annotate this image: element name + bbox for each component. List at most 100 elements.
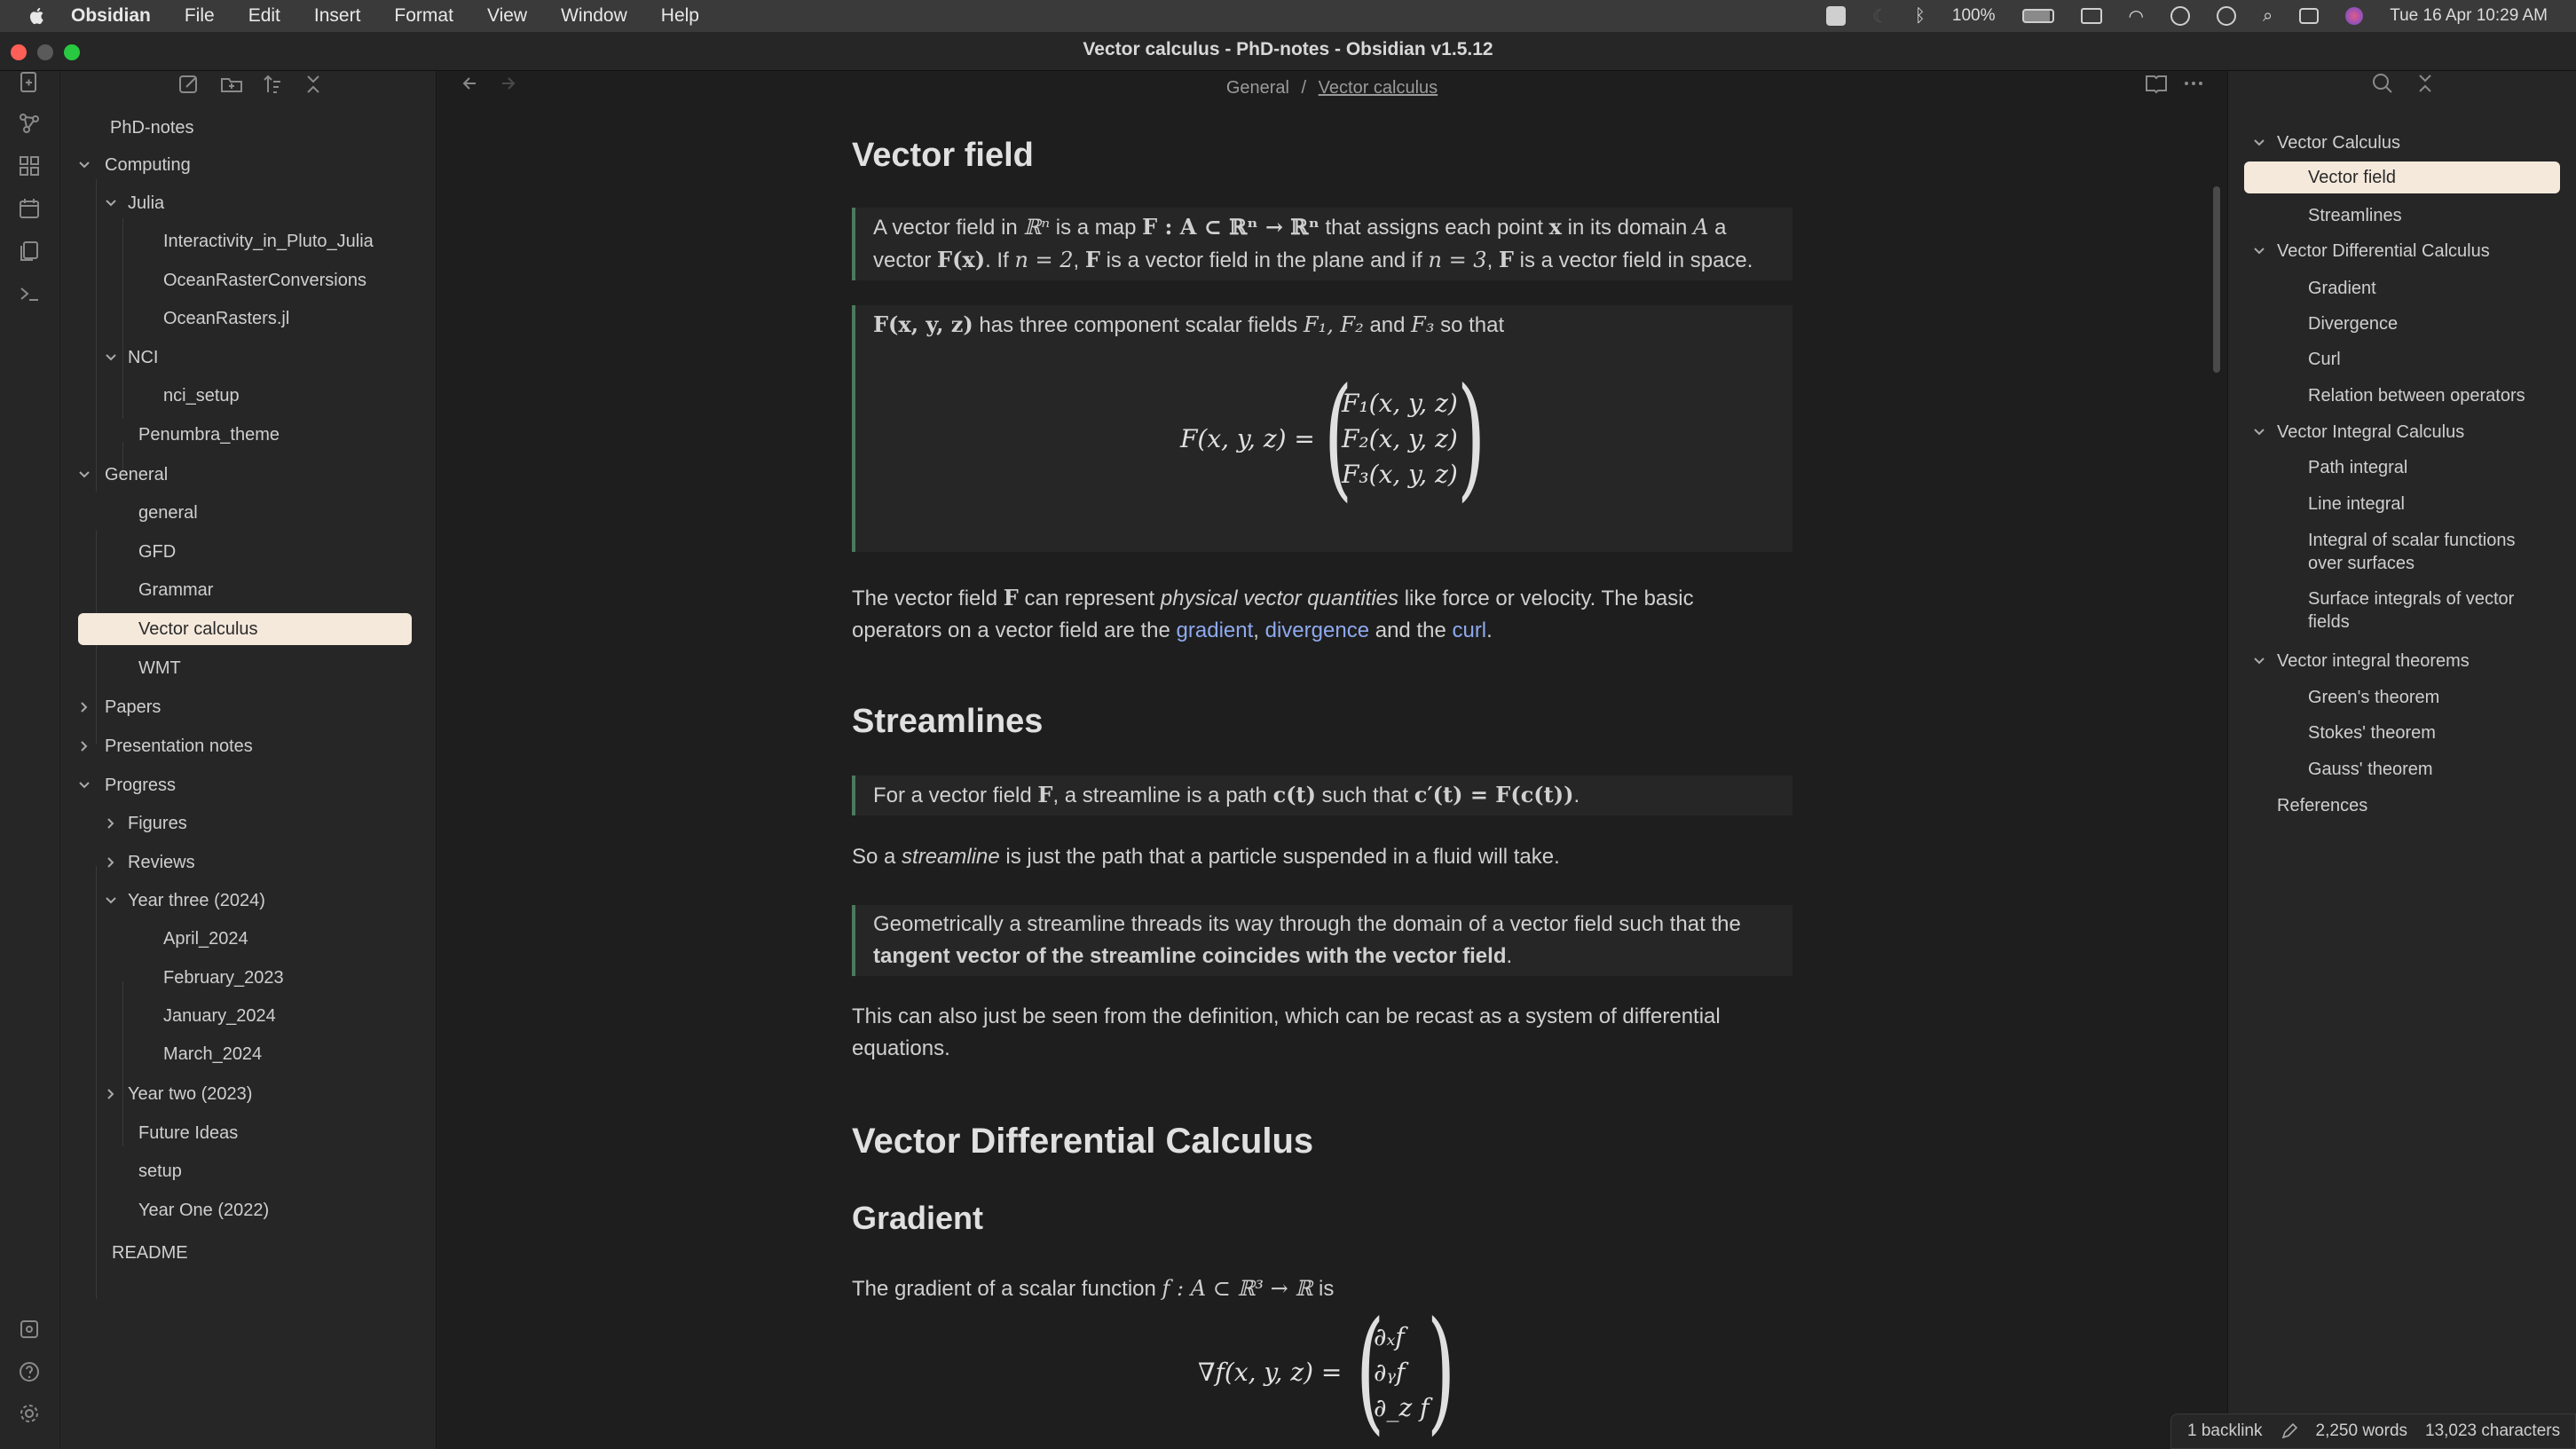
- tree-file[interactable]: nci_setup: [163, 380, 240, 412]
- tree-file-active[interactable]: Vector calculus: [78, 613, 412, 645]
- chevron-down-icon[interactable]: [2253, 655, 2265, 667]
- spotlight-icon[interactable]: ⌕: [2263, 6, 2273, 27]
- tree-folder-reviews[interactable]: Reviews: [105, 847, 415, 878]
- outline-item[interactable]: Stokes' theorem: [2308, 721, 2436, 744]
- tree-folder-papers[interactable]: Papers: [78, 691, 415, 723]
- canvas-icon[interactable]: [18, 154, 41, 177]
- sort-order-icon[interactable]: [259, 71, 286, 98]
- daily-note-calendar-icon[interactable]: [18, 197, 41, 220]
- vault-switcher-icon[interactable]: [18, 1318, 41, 1341]
- tree-file[interactable]: March_2024: [163, 1038, 262, 1070]
- chevron-down-icon[interactable]: [2253, 137, 2265, 149]
- vault-name[interactable]: PhD-notes: [110, 112, 194, 144]
- keyboard-icon[interactable]: [2080, 8, 2102, 24]
- new-folder-icon[interactable]: [218, 71, 245, 98]
- outline-item[interactable]: Curl: [2308, 348, 2341, 371]
- menu-app-name[interactable]: Obsidian: [71, 5, 151, 27]
- outline-item[interactable]: Surface integrals of vector fields: [2308, 587, 2548, 634]
- reading-view-book-icon[interactable]: [2144, 71, 2169, 96]
- tree-folder-progress[interactable]: Progress: [78, 769, 415, 801]
- tree-file[interactable]: April_2024: [163, 923, 248, 955]
- wifi-icon[interactable]: ◠: [2129, 5, 2144, 28]
- tree-folder-computing[interactable]: Computing: [78, 149, 415, 181]
- menu-window[interactable]: Window: [561, 5, 627, 27]
- outline-item-active[interactable]: Vector field: [2244, 161, 2560, 193]
- tree-file[interactable]: WMT: [138, 652, 181, 684]
- search-icon[interactable]: [2370, 71, 2395, 96]
- tree-file[interactable]: general: [138, 497, 198, 529]
- breadcrumb-folder[interactable]: General: [1226, 78, 1289, 98]
- moon-icon[interactable]: ☾: [1872, 5, 1888, 28]
- backlink-count[interactable]: 1 backlink: [2187, 1421, 2263, 1441]
- menu-format[interactable]: Format: [394, 5, 453, 27]
- outline-item[interactable]: Gauss' theorem: [2308, 758, 2433, 781]
- outline-item-h1[interactable]: Vector Differential Calculus: [2277, 240, 2490, 263]
- tree-item-label: Year two (2023): [128, 1083, 253, 1104]
- menu-edit[interactable]: Edit: [248, 5, 280, 27]
- user-icon[interactable]: [2170, 6, 2190, 26]
- menu-insert[interactable]: Insert: [314, 5, 361, 27]
- outline-item[interactable]: Streamlines: [2308, 204, 2402, 227]
- callout-text: .: [1573, 784, 1580, 807]
- menu-clock[interactable]: Tue 16 Apr 10:29 AM: [2390, 6, 2548, 26]
- outline-item-h1[interactable]: Vector integral theorems: [2277, 650, 2470, 673]
- control-center-icon[interactable]: [2299, 8, 2320, 24]
- link-gradient[interactable]: gradient: [1177, 618, 1254, 642]
- tree-file[interactable]: README: [112, 1237, 188, 1269]
- apple-icon[interactable]: [27, 5, 48, 27]
- link-divergence[interactable]: divergence: [1265, 618, 1369, 642]
- app-status-icon[interactable]: [1825, 6, 1846, 26]
- time-machine-icon[interactable]: [2216, 6, 2236, 26]
- templates-icon[interactable]: [18, 240, 41, 263]
- settings-gear-icon[interactable]: [18, 1402, 41, 1425]
- tree-folder-year-two[interactable]: Year two (2023): [105, 1078, 415, 1110]
- graph-view-icon[interactable]: [18, 112, 41, 135]
- outline-item[interactable]: Gradient: [2308, 277, 2376, 300]
- chevron-down-icon[interactable]: [2253, 426, 2265, 438]
- outline-item-h1[interactable]: References: [2277, 794, 2367, 817]
- menu-file[interactable]: File: [185, 5, 215, 27]
- tree-file[interactable]: Penumbra_theme: [138, 419, 280, 451]
- tree-folder-figures[interactable]: Figures: [105, 807, 415, 839]
- tree-file[interactable]: setup: [138, 1155, 182, 1187]
- breadcrumb-note[interactable]: Vector calculus: [1319, 78, 1438, 98]
- command-palette-icon[interactable]: [18, 282, 41, 305]
- tree-file[interactable]: Year One (2022): [138, 1194, 269, 1226]
- outline-item[interactable]: Path integral: [2308, 456, 2407, 479]
- editor-scrollbar-thumb[interactable]: [2213, 186, 2220, 373]
- pencil-icon[interactable]: [2281, 1422, 2298, 1440]
- tree-folder-julia[interactable]: Julia: [105, 187, 415, 219]
- outline-item-h1[interactable]: Vector Calculus: [2277, 131, 2400, 154]
- collapse-all-icon[interactable]: [300, 71, 327, 98]
- link-curl[interactable]: curl: [1452, 618, 1486, 642]
- bluetooth-icon[interactable]: ᛒ: [1915, 6, 1926, 27]
- tree-folder-presentation-notes[interactable]: Presentation notes: [78, 730, 415, 762]
- tree-file[interactable]: OceanRasterConversions: [163, 264, 366, 296]
- outline-item[interactable]: Integral of scalar functions over surfac…: [2308, 529, 2548, 575]
- collapse-all-icon[interactable]: [2413, 71, 2438, 96]
- battery-icon[interactable]: [2021, 9, 2054, 23]
- tree-file[interactable]: Future Ideas: [138, 1117, 238, 1149]
- tree-file[interactable]: Interactivity_in_Pluto_Julia: [163, 225, 374, 257]
- tree-file[interactable]: Grammar: [138, 574, 213, 606]
- tree-file[interactable]: February_2023: [163, 962, 284, 994]
- tree-file[interactable]: GFD: [138, 536, 176, 568]
- tree-folder-nci[interactable]: NCI: [105, 342, 415, 374]
- tree-folder-year-three[interactable]: Year three (2024): [105, 885, 415, 917]
- more-options-icon[interactable]: [2181, 71, 2206, 96]
- outline-item[interactable]: Line integral: [2308, 492, 2405, 516]
- outline-item[interactable]: Green's theorem: [2308, 686, 2439, 709]
- menu-view[interactable]: View: [487, 5, 527, 27]
- outline-item-h1[interactable]: Vector Integral Calculus: [2277, 421, 2464, 444]
- tree-file[interactable]: OceanRasters.jl: [163, 303, 289, 335]
- help-icon[interactable]: [18, 1360, 41, 1383]
- outline-item[interactable]: Divergence: [2308, 312, 2398, 335]
- menu-help[interactable]: Help: [661, 5, 699, 27]
- tree-file[interactable]: January_2024: [163, 1000, 276, 1032]
- open-quick-switcher-icon[interactable]: [18, 71, 41, 94]
- chevron-down-icon[interactable]: [2253, 245, 2265, 257]
- new-note-icon[interactable]: [176, 71, 202, 98]
- outline-item[interactable]: Relation between operators: [2308, 384, 2525, 407]
- tree-folder-general[interactable]: General: [78, 459, 415, 491]
- siri-icon[interactable]: [2345, 7, 2364, 25]
